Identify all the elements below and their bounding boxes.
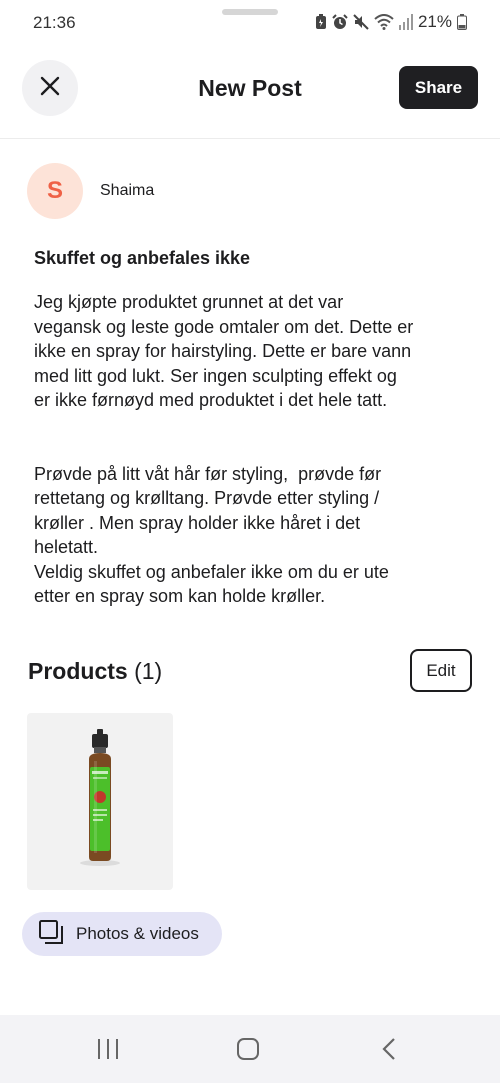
spray-bottle-image	[70, 729, 130, 874]
edit-products-button[interactable]: Edit	[410, 649, 472, 692]
header: New Post Share	[0, 55, 500, 125]
battery-percent: 21%	[417, 12, 452, 31]
battery-saver-icon	[315, 14, 327, 30]
header-divider	[0, 138, 500, 139]
post-title[interactable]: Skuffet og anbefales ikke	[34, 248, 250, 269]
recent-apps-icon[interactable]	[96, 1037, 120, 1066]
battery-icon	[457, 14, 467, 30]
wifi-icon	[374, 14, 394, 30]
author-name: Shaima	[100, 182, 155, 199]
author-row: S Shaima	[27, 163, 154, 219]
mute-icon	[353, 14, 369, 30]
status-icons: 21%	[315, 12, 467, 32]
product-card[interactable]	[27, 713, 173, 890]
products-heading: Products (1)	[28, 658, 162, 685]
photos-videos-label: Photos & videos	[76, 924, 199, 943]
alarm-icon	[332, 14, 348, 30]
products-label: Products	[28, 658, 128, 684]
photo-gallery-icon	[38, 919, 66, 950]
home-icon[interactable]	[236, 1037, 260, 1066]
avatar: S	[27, 163, 83, 219]
share-button[interactable]: Share	[399, 66, 478, 109]
status-bar: 21:36 21%	[0, 0, 500, 46]
post-body[interactable]: Jeg kjøpte produktet grunnet at det var …	[34, 290, 474, 609]
system-nav-bar	[0, 1015, 500, 1083]
status-time: 21:36	[33, 13, 76, 32]
products-count: (1)	[134, 658, 163, 684]
signal-icon	[398, 14, 413, 30]
status-pill	[222, 9, 278, 15]
back-icon[interactable]	[380, 1037, 398, 1066]
photos-videos-button[interactable]: Photos & videos	[22, 912, 222, 956]
